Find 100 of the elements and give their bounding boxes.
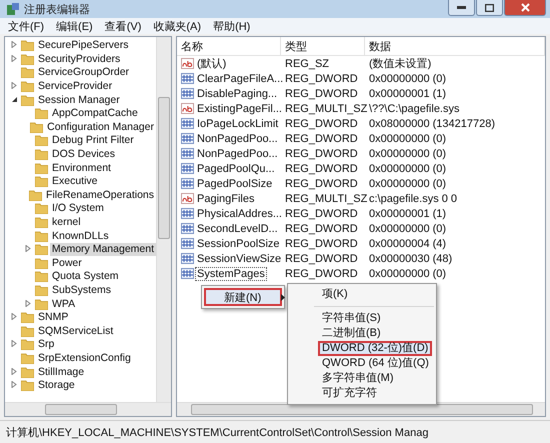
folder-icon	[21, 40, 34, 52]
value-data: 0x00000000 (0)	[369, 162, 446, 174]
folder-icon	[21, 366, 34, 378]
tree-item[interactable]: SQMServiceList	[36, 324, 116, 338]
value-name[interactable]: PhysicalAddres...	[196, 208, 283, 220]
menu-item[interactable]: 帮助(H)	[213, 18, 250, 34]
binary-value-icon	[181, 133, 194, 144]
folder-icon	[35, 258, 48, 269]
collapsed-arrow-icon[interactable]	[11, 41, 18, 48]
tree-item[interactable]: DOS Devices	[50, 148, 118, 162]
tree-item[interactable]: Power	[50, 256, 84, 270]
collapsed-arrow-icon[interactable]	[11, 313, 18, 320]
column-header[interactable]: 数据	[365, 37, 545, 56]
value-name[interactable]: NonPagedPoo...	[196, 148, 279, 160]
menu-item[interactable]: 新建(N)	[204, 288, 282, 306]
value-name[interactable]: DisablePaging...	[196, 88, 278, 100]
tree-item[interactable]: Debug Print Filter	[50, 134, 136, 148]
collapsed-arrow-icon[interactable]	[25, 300, 32, 307]
tree-item[interactable]: Srp	[36, 338, 56, 352]
value-data: 0x00000000 (0)	[369, 148, 446, 160]
value-name[interactable]: IoPageLockLimit	[196, 118, 280, 130]
binary-value-icon	[181, 148, 194, 159]
value-data: 0x00000004 (4)	[369, 238, 446, 250]
binary-value-icon	[181, 178, 194, 189]
tree-item[interactable]: KnownDLLs	[50, 230, 111, 243]
tree-item[interactable]: Quota System	[50, 270, 121, 284]
value-name[interactable]: SessionPoolSize	[196, 238, 281, 250]
value-type: REG_DWORD	[285, 268, 358, 280]
collapsed-arrow-icon[interactable]	[11, 368, 18, 375]
menu-item[interactable]: 编辑(E)	[56, 18, 93, 34]
folder-icon	[35, 230, 48, 242]
tree-item[interactable]: SrpExtensionConfig	[36, 352, 133, 365]
menu-item[interactable]: 字符串值(S)	[318, 311, 385, 326]
tree-item[interactable]: WPA	[50, 298, 78, 311]
tree-item[interactable]: AppCompatCache	[50, 107, 140, 120]
column-header[interactable]: 名称	[177, 37, 281, 56]
registry-app-icon	[6, 2, 20, 16]
tree-item[interactable]: Executive	[50, 175, 100, 188]
value-name[interactable]: SessionViewSize	[196, 252, 282, 264]
value-data: 0x00000000 (0)	[369, 178, 446, 190]
value-name[interactable]: PagedPoolQu...	[196, 162, 276, 174]
tree-item[interactable]: Storage	[36, 379, 77, 392]
collapsed-arrow-icon[interactable]	[11, 381, 18, 388]
tree-item[interactable]: Environment	[50, 162, 113, 175]
collapsed-arrow-icon[interactable]	[11, 54, 18, 62]
minimize-button[interactable]	[448, 0, 475, 16]
menu-item[interactable]: 文件(F)	[8, 18, 44, 34]
folder-icon	[35, 217, 48, 228]
tree-item[interactable]: kernel	[50, 216, 83, 230]
value-type: REG_MULTI_SZ	[285, 192, 368, 204]
value-name[interactable]: PagingFiles	[196, 192, 256, 204]
tree-item[interactable]: Configuration Manager	[45, 120, 156, 134]
value-data: 0x00000000 (0)	[369, 268, 446, 280]
folder-icon	[35, 162, 48, 174]
value-name[interactable]: SystemPages	[196, 268, 266, 280]
horizontal-scrollbar[interactable]	[5, 402, 171, 416]
value-name[interactable]: PagedPoolSize	[196, 178, 274, 190]
menu-item[interactable]: 可扩充字符	[318, 386, 381, 401]
tree-item[interactable]: Memory Management	[50, 243, 156, 256]
tree-item[interactable]: FileRenameOperations	[44, 188, 156, 202]
value-type: REG_MULTI_SZ	[285, 102, 368, 114]
menu-item[interactable]: 二进制值(B)	[318, 326, 385, 341]
value-data: 0x00000001 (1)	[369, 208, 446, 220]
menu-item[interactable]: 收藏夹(A)	[153, 18, 202, 34]
tree-item[interactable]: ServiceProvider	[36, 80, 114, 94]
tree-item[interactable]: Session Manager	[36, 94, 122, 107]
value-name[interactable]: (默认)	[196, 56, 228, 71]
value-data: 0x00000000 (0)	[369, 222, 446, 234]
tree-item[interactable]: ServiceGroupOrder	[36, 66, 132, 80]
menu-item[interactable]: 多字符串值(M)	[318, 371, 398, 386]
string-value-icon	[181, 58, 194, 69]
tree-item[interactable]: StillImage	[36, 366, 86, 379]
menu-item[interactable]: QWORD (64 位)值(Q)	[318, 356, 433, 371]
horizontal-scrollbar[interactable]	[177, 402, 545, 416]
tree-item[interactable]: SecurityProviders	[36, 52, 122, 66]
column-header[interactable]: 类型	[281, 37, 365, 56]
folder-icon	[35, 108, 48, 120]
expanded-arrow-icon[interactable]	[11, 96, 18, 103]
folder-icon	[35, 176, 48, 188]
binary-value-icon	[181, 223, 194, 234]
menu-item[interactable]: 项(K)	[318, 287, 352, 302]
collapsed-arrow-icon[interactable]	[11, 82, 18, 90]
vertical-scrollbar[interactable]	[156, 37, 171, 402]
menu-item[interactable]: DWORD (32-位)值(D)	[318, 341, 432, 356]
value-name[interactable]: ClearPageFileA...	[196, 72, 284, 84]
value-name[interactable]: SecondLevelD...	[196, 222, 279, 234]
binary-value-icon	[181, 238, 194, 249]
maximize-button[interactable]	[476, 0, 503, 16]
value-name[interactable]: NonPagedPoo...	[196, 132, 279, 144]
collapsed-arrow-icon[interactable]	[25, 245, 32, 252]
close-button[interactable]	[504, 0, 546, 16]
tree-item[interactable]: SubSystems	[50, 284, 113, 297]
menu-item[interactable]: 查看(V)	[104, 18, 142, 34]
value-name[interactable]: ExistingPageFil...	[196, 102, 283, 114]
tree-item[interactable]: I/O System	[50, 202, 106, 216]
tree-item[interactable]: SecurePipeServers	[36, 39, 130, 52]
registry-path: 计算机\HKEY_LOCAL_MACHINE\SYSTEM\CurrentControlSet\Control\Session Manag	[6, 426, 428, 440]
value-data: (数值未设置)	[369, 57, 432, 71]
collapsed-arrow-icon[interactable]	[11, 340, 18, 348]
tree-item[interactable]: SNMP	[36, 311, 70, 324]
